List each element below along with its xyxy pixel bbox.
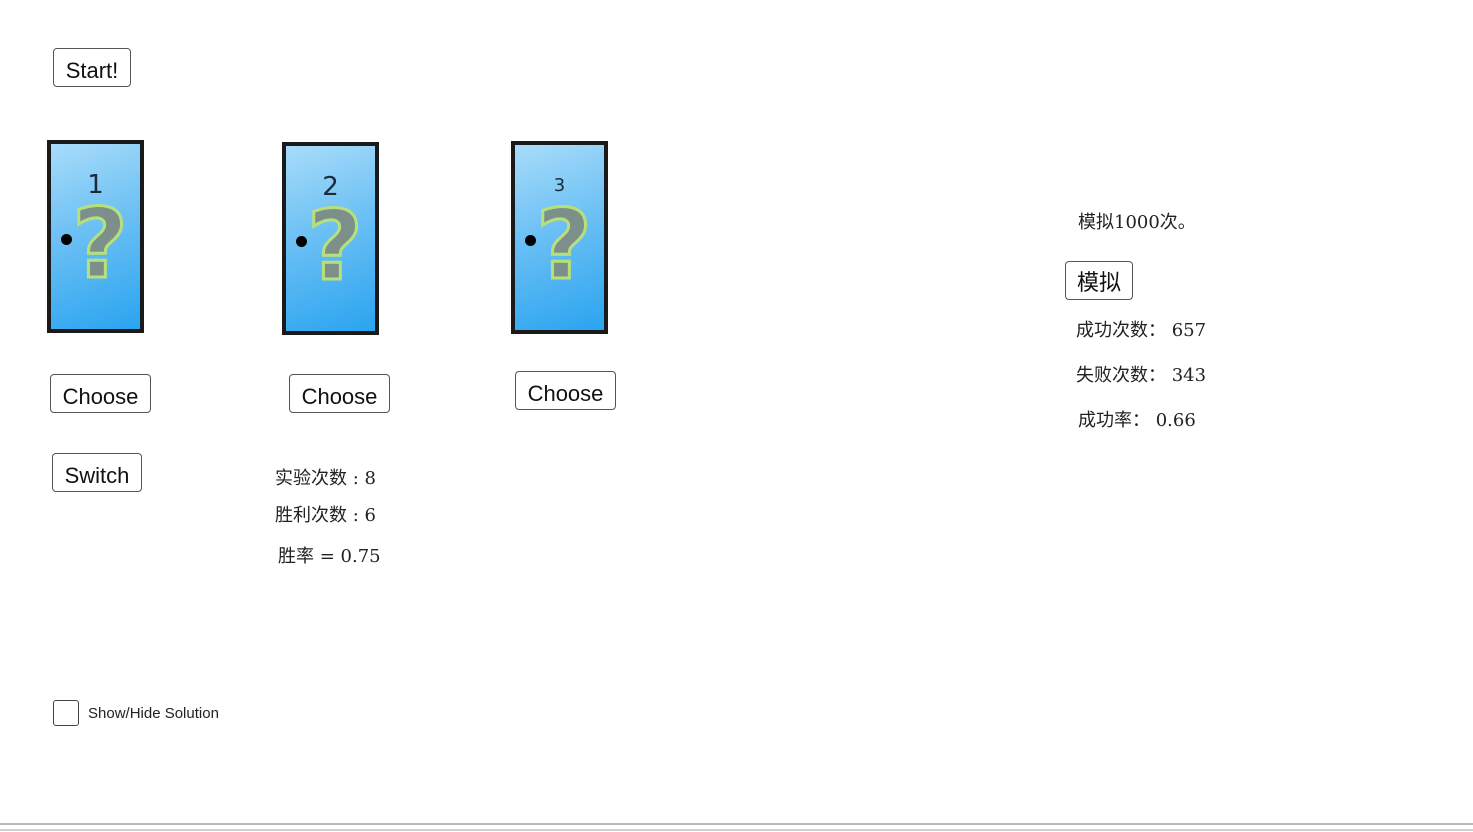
choose-door-2-button[interactable]: Choose	[289, 374, 390, 413]
wins-count: 胜利次数 : 6	[275, 505, 376, 526]
door-1[interactable]: 1 ?	[47, 140, 144, 333]
question-mark-icon: ?	[306, 190, 365, 302]
door-2[interactable]: 2 ?	[282, 142, 379, 335]
choose-door-3-button[interactable]: Choose	[515, 371, 616, 410]
question-mark-icon: ?	[71, 188, 130, 300]
win-rate: 胜率 = 0.75	[278, 546, 381, 567]
start-button[interactable]: Start!	[53, 48, 131, 87]
trials-count: 实验次数 : 8	[275, 468, 376, 489]
question-mark-icon: ?	[535, 189, 594, 301]
simulation-success-count: 成功次数： 657	[1076, 320, 1207, 341]
show-solution-checkbox[interactable]	[53, 700, 79, 726]
simulation-title: 模拟1000次。	[1078, 212, 1196, 233]
show-solution-label: Show/Hide Solution	[88, 705, 219, 722]
switch-button[interactable]: Switch	[52, 453, 142, 492]
simulation-success-rate: 成功率： 0.66	[1078, 410, 1196, 431]
simulation-fail-count: 失败次数： 343	[1076, 365, 1207, 386]
bottom-divider	[0, 823, 1473, 825]
simulate-button[interactable]: 模拟	[1065, 261, 1133, 300]
door-3[interactable]: 3 ?	[511, 141, 608, 334]
bottom-scrollbar[interactable]	[0, 829, 1473, 831]
choose-door-1-button[interactable]: Choose	[50, 374, 151, 413]
